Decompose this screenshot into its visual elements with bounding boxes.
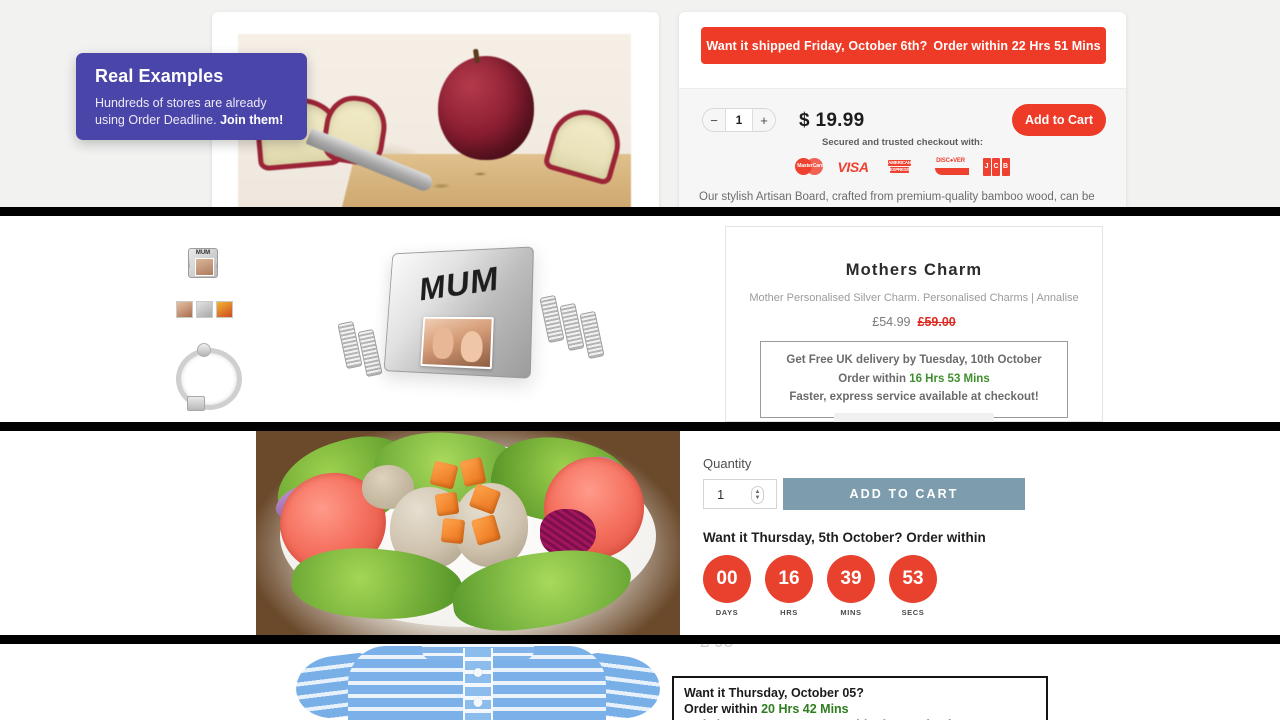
quantity-label: Quantity bbox=[703, 456, 752, 471]
charm-info-panel: Mothers Charm Mother Personalised Silver… bbox=[725, 226, 1103, 422]
example-mothers-charm: MUM Mothers Charm Mother Personalised Si… bbox=[0, 216, 1280, 422]
real-examples-callout: Real Examples Hundreds of stores are alr… bbox=[76, 53, 307, 140]
mum-charm-cube: MUM bbox=[383, 246, 534, 379]
deadline-box: Want it Thursday, October 05? Order with… bbox=[672, 676, 1048, 720]
page-root: Want it shipped Friday, October 6th? Ord… bbox=[0, 0, 1280, 720]
charm-thumbnail[interactable] bbox=[176, 301, 193, 318]
quantity-input[interactable]: 1 ▲ ▼ bbox=[703, 479, 777, 509]
charm-thumbnail[interactable] bbox=[216, 301, 233, 318]
delivery-line-1: Get Free UK delivery by Tuesday, 10th Oc… bbox=[786, 354, 1042, 366]
add-to-cart-button[interactable]: Add to Cart bbox=[1012, 104, 1106, 136]
charm-thumbnail-gallery[interactable]: MUM bbox=[176, 244, 246, 318]
countdown-cell-mins: 39 MINS bbox=[827, 555, 875, 617]
countdown-timer: 16 Hrs 53 Mins bbox=[909, 372, 990, 385]
order-within-label: Order within bbox=[838, 372, 910, 385]
mum-cube-label: MUM bbox=[418, 259, 501, 309]
callout-title: Real Examples bbox=[95, 66, 224, 86]
callout-body: Hundreds of stores are already using Ord… bbox=[95, 95, 291, 128]
section-divider-3 bbox=[0, 635, 1280, 644]
shirt-button bbox=[473, 698, 483, 707]
salad-product-photo bbox=[256, 431, 680, 635]
order-within-label: Order within bbox=[684, 701, 762, 716]
countdown-cell-hrs: 16 HRS bbox=[765, 555, 813, 617]
countdown-cell-secs: 53 SECS bbox=[889, 555, 937, 617]
shirt-button bbox=[473, 668, 483, 677]
charm-hero-thumbnail[interactable]: MUM bbox=[176, 244, 238, 298]
carrot-cube bbox=[434, 491, 460, 517]
section-divider-2 bbox=[0, 422, 1280, 431]
mum-cube-photo bbox=[420, 316, 494, 370]
quantity-increase-button[interactable]: + bbox=[753, 109, 775, 131]
countdown-timer: 20 Hrs 42 Mins bbox=[761, 701, 849, 716]
countdown-label-secs: SECS bbox=[901, 608, 925, 617]
product-description: Our stylish Artisan Board, crafted from … bbox=[699, 191, 1095, 203]
shipping-order-within: Order within 22 Hrs 51 Mins bbox=[933, 38, 1101, 53]
discover-icon: DISC●VER bbox=[931, 157, 971, 176]
shipping-question: Want it shipped Friday, October 6th? bbox=[706, 38, 928, 53]
jcb-icon: JCB bbox=[982, 157, 1010, 176]
delivery-line-3: Faster, express service available at che… bbox=[789, 391, 1039, 404]
countdown-value-secs: 53 bbox=[889, 555, 937, 603]
product-price: $ 19.99 bbox=[799, 110, 865, 131]
bracelet-tube bbox=[337, 320, 363, 370]
callout-join-link[interactable]: Join them! bbox=[220, 113, 283, 127]
want-it-text: Want it Thursday, October 05? bbox=[684, 686, 864, 700]
countdown-label-days: DAYS bbox=[715, 608, 739, 617]
countdown-value-hrs: 16 bbox=[765, 555, 813, 603]
bracelet-tube bbox=[357, 328, 383, 378]
current-price: £54.99 bbox=[872, 315, 911, 329]
bracelet-tube bbox=[579, 310, 605, 360]
delivery-line-2: Order within 16 Hrs 53 Mins bbox=[767, 370, 1061, 389]
bracelet-tube bbox=[559, 302, 585, 352]
countdown-value-mins: 39 bbox=[827, 555, 875, 603]
quantity-spinner-icon[interactable]: ▲ ▼ bbox=[751, 486, 764, 504]
callout-line-2-prefix: using Order Deadline. bbox=[95, 112, 221, 127]
section-divider-1 bbox=[0, 207, 1280, 216]
quantity-input-value[interactable]: 1 bbox=[717, 487, 724, 502]
order-within-line: Order within 20 Hrs 42 Mins bbox=[684, 702, 1046, 718]
example-blue-shirt bbox=[0, 644, 1280, 720]
amex-icon: AMERICAN EXPRESS bbox=[888, 160, 911, 173]
payment-methods-row: MasterCard VISA AMERICAN EXPRESS DISC●VER… bbox=[679, 157, 1126, 176]
charm-mini-thumbnails[interactable] bbox=[176, 301, 246, 318]
charm-bead-right bbox=[216, 259, 217, 268]
charm-cta-placeholder[interactable] bbox=[834, 413, 994, 422]
countdown-value-days: 00 bbox=[703, 555, 751, 603]
original-price: £59.00 bbox=[917, 315, 956, 329]
charm-thumbnail[interactable] bbox=[196, 301, 213, 318]
quantity-value[interactable]: 1 bbox=[725, 109, 753, 131]
callout-line-1: Hundreds of stores are already bbox=[95, 96, 267, 110]
quantity-decrease-button[interactable]: − bbox=[703, 109, 725, 131]
quantity-stepper[interactable]: − 1 + bbox=[702, 108, 776, 132]
bracelet-tube bbox=[539, 294, 565, 344]
add-to-cart-button[interactable]: ADD TO CART bbox=[783, 478, 1025, 510]
want-it-deadline-text: Want it Thursday, 5th October? Order wit… bbox=[703, 530, 986, 545]
countdown-label-hrs: HRS bbox=[780, 608, 798, 617]
blue-striped-shirt-photo bbox=[296, 644, 660, 720]
charm-info-inner: Mothers Charm Mother Personalised Silver… bbox=[740, 241, 1088, 422]
whole-apple bbox=[438, 56, 534, 160]
price-row: £54.99 £59.00 bbox=[740, 315, 1088, 329]
product-subtitle: Mother Personalised Silver Charm. Person… bbox=[749, 292, 1079, 304]
charm-cube-icon: MUM bbox=[188, 248, 218, 278]
product-title: Mothers Charm bbox=[845, 261, 983, 279]
countdown-cell-days: 00 DAYS bbox=[703, 555, 751, 617]
example-salad-product bbox=[0, 431, 1280, 635]
mastercard-icon: MasterCard bbox=[795, 157, 825, 176]
visa-icon: VISA bbox=[837, 158, 869, 175]
countdown-timer: 00 DAYS 16 HRS 39 MINS 53 SECS bbox=[703, 555, 937, 617]
countdown-label-mins: MINS bbox=[840, 608, 862, 617]
charm-photo-face bbox=[195, 258, 214, 276]
bracelet-thumbnail[interactable] bbox=[176, 343, 242, 411]
secured-checkout-label: Secured and trusted checkout with: bbox=[822, 137, 983, 148]
shipping-deadline-banner: Want it shipped Friday, October 6th? Ord… bbox=[701, 27, 1106, 64]
shirt-placket bbox=[463, 648, 493, 720]
carrot-cube bbox=[440, 517, 466, 545]
charm-main-image: MUM bbox=[336, 238, 636, 423]
charm-cube-text: MUM bbox=[195, 250, 211, 256]
delivery-deadline-box: Get Free UK delivery by Tuesday, 10th Oc… bbox=[760, 341, 1068, 418]
charm-bead-left bbox=[189, 259, 190, 268]
